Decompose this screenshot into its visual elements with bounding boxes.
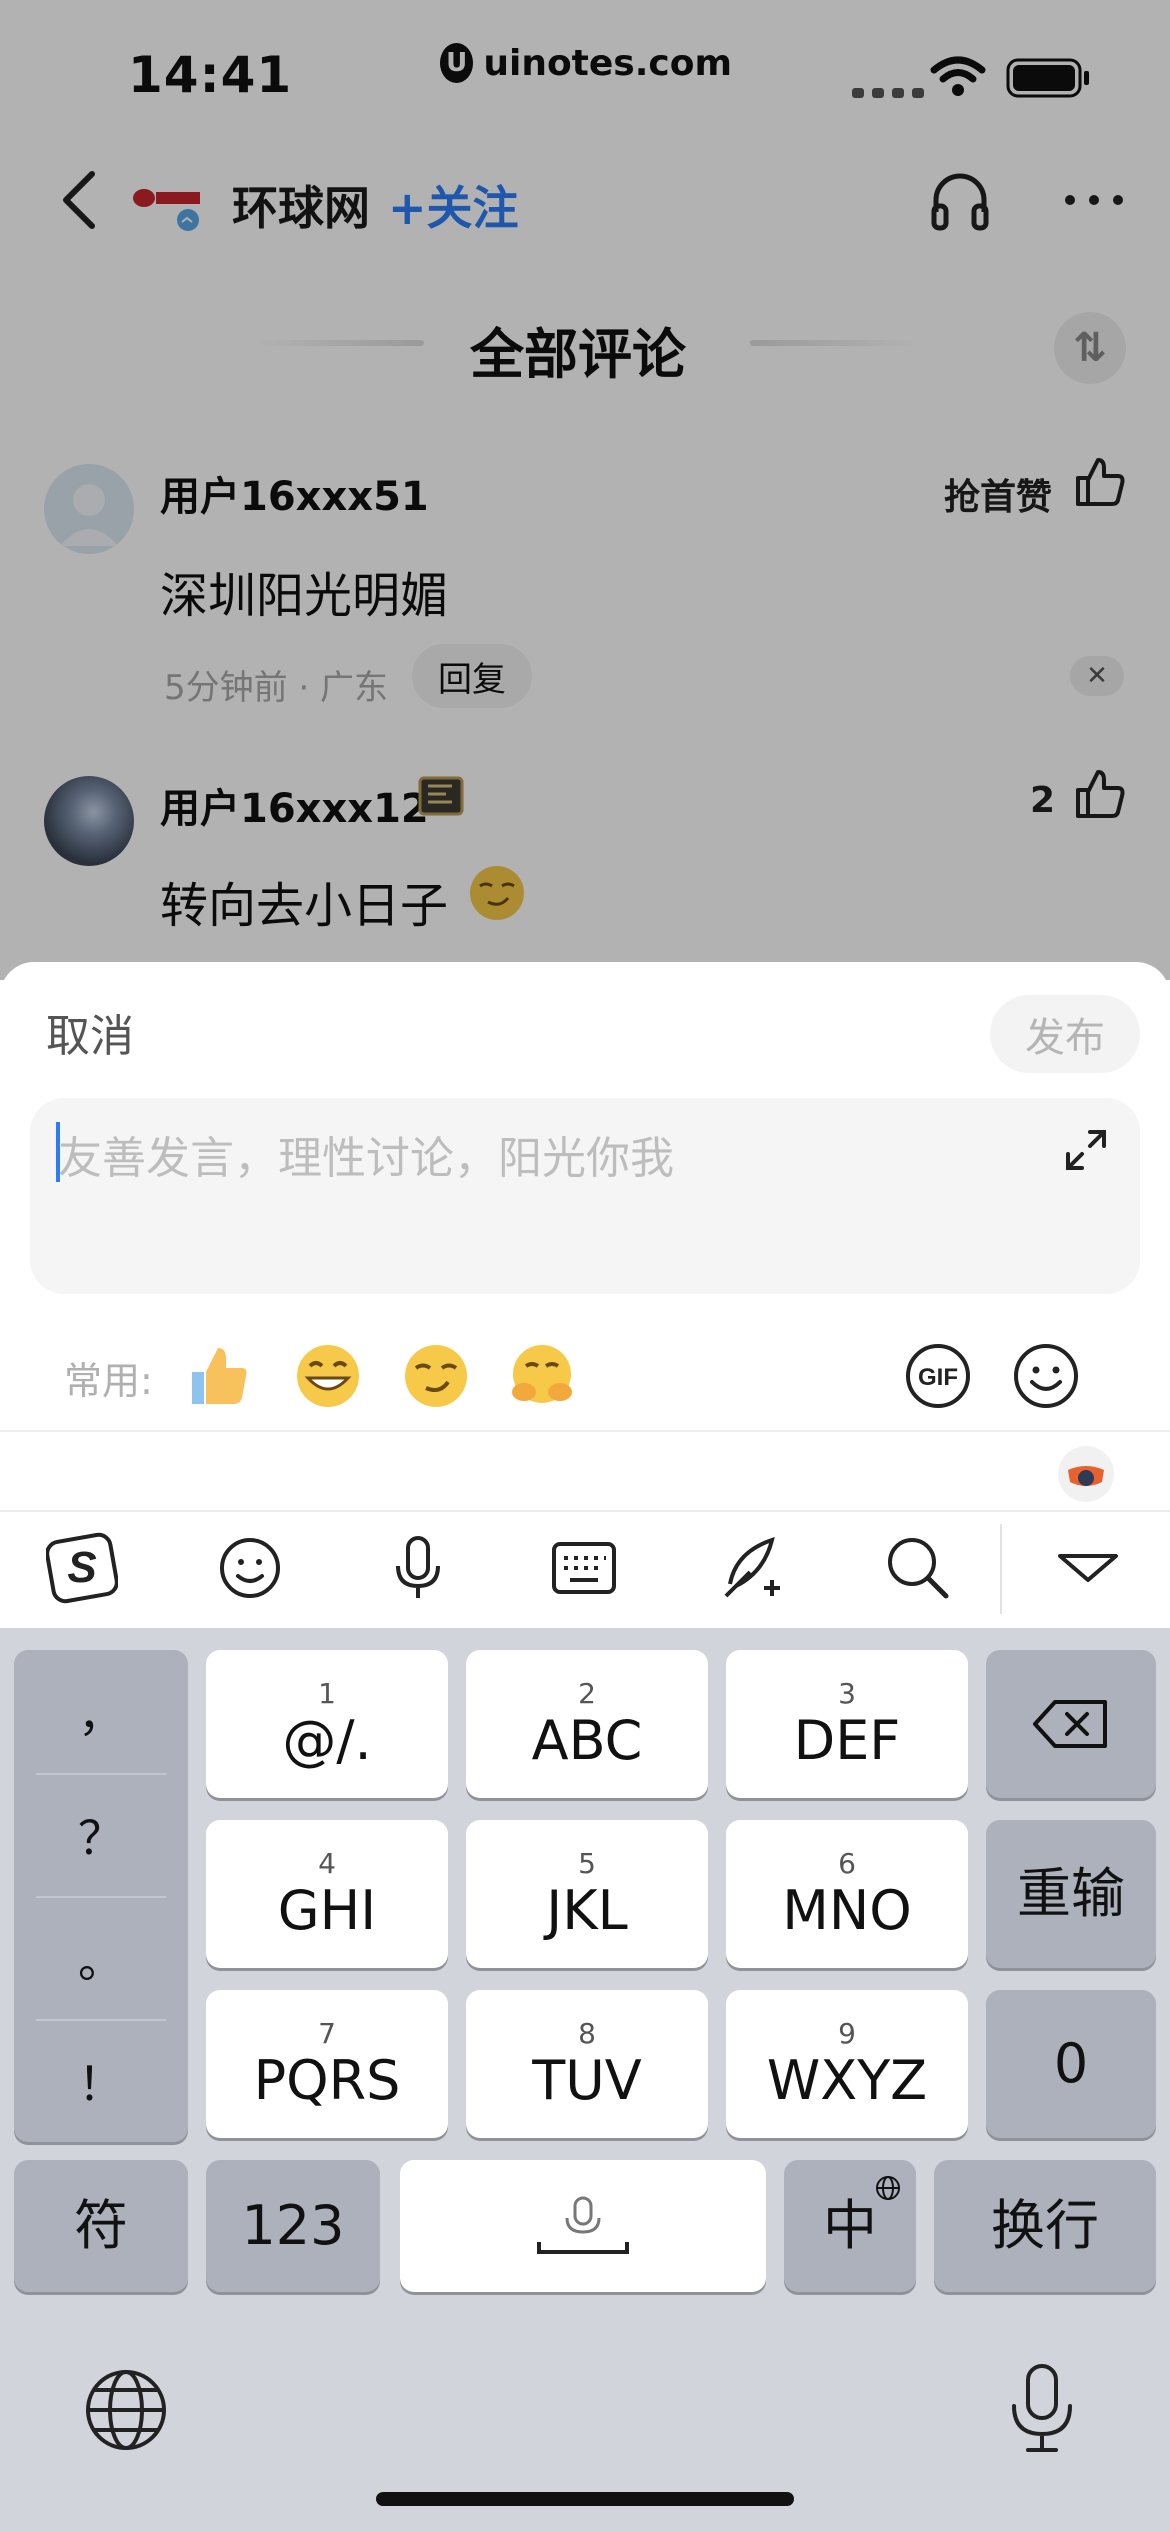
key-label: 符 <box>74 2194 128 2257</box>
publish-button[interactable]: 发布 <box>990 995 1140 1073</box>
key-digit: 2 <box>578 1677 596 1710</box>
key-label: GHI <box>277 1879 377 1942</box>
t9-key-6[interactable]: 6 MNO <box>726 1820 968 1968</box>
toolbar-divider <box>1000 1524 1002 1614</box>
key-label: MNO <box>782 1879 912 1942</box>
key-label: ABC <box>531 1709 643 1772</box>
handwriting-icon[interactable] <box>716 1532 788 1604</box>
small-globe-icon <box>876 2176 900 2200</box>
key-label: 0 <box>1053 2032 1089 2095</box>
sheet-divider <box>0 1430 1170 1432</box>
key-label: @/. <box>282 1709 372 1772</box>
svg-text:GIF: GIF <box>918 1364 958 1391</box>
keyboard-mascot-icon[interactable] <box>1054 1440 1118 1504</box>
expand-icon[interactable] <box>1064 1128 1108 1172</box>
home-indicator <box>376 2492 794 2506</box>
t9-key-1[interactable]: 1 @/. <box>206 1650 448 1798</box>
key-label: 重输 <box>1017 1862 1125 1925</box>
smirk-emoji-icon[interactable] <box>402 1342 470 1410</box>
number-mode-key[interactable]: 123 <box>206 2160 380 2292</box>
key-label: DEF <box>793 1709 901 1772</box>
t9-key-9[interactable]: 9 WXYZ <box>726 1990 968 2138</box>
comment-input[interactable] <box>58 1122 1038 1262</box>
punct-key-period[interactable]: 。 <box>14 1896 188 2019</box>
comment-input-box[interactable] <box>30 1098 1140 1294</box>
t9-key-2[interactable]: 2 ABC <box>466 1650 708 1798</box>
backspace-key[interactable] <box>986 1650 1156 1798</box>
punct-key-comma[interactable]: ， <box>14 1650 188 1773</box>
key-digit: 8 <box>578 2017 596 2050</box>
key-digit: 1 <box>318 1677 336 1710</box>
key-label: 123 <box>241 2194 345 2257</box>
key-label: 中 <box>823 2194 877 2257</box>
sogou-logo-icon[interactable]: S <box>46 1532 118 1604</box>
key-label: 换行 <box>991 2194 1099 2257</box>
dictation-mic-icon[interactable] <box>1002 2362 1082 2454</box>
hug-emoji-icon[interactable] <box>508 1342 576 1410</box>
search-icon[interactable] <box>882 1532 954 1604</box>
key-digit: 3 <box>838 1677 856 1710</box>
t9-key-3[interactable]: 3 DEF <box>726 1650 968 1798</box>
reinput-key[interactable]: 重输 <box>986 1820 1156 1968</box>
emoji-panel-icon[interactable] <box>1012 1342 1080 1410</box>
cancel-button[interactable]: 取消 <box>46 1000 134 1064</box>
key-digit: 7 <box>318 2017 336 2050</box>
symbol-key[interactable]: 符 <box>14 2160 188 2292</box>
punct-key-question[interactable]: ？ <box>14 1773 188 1896</box>
key-digit: 6 <box>838 1847 856 1880</box>
gif-icon[interactable]: GIF <box>904 1342 972 1410</box>
grin-emoji-icon[interactable] <box>294 1342 362 1410</box>
thumbs-up-emoji-icon[interactable] <box>184 1342 252 1410</box>
globe-icon[interactable] <box>84 2368 168 2452</box>
key-digit: 9 <box>838 2017 856 2050</box>
zero-key[interactable]: 0 <box>986 1990 1156 2138</box>
key-label: WXYZ <box>766 2049 928 2112</box>
enter-key[interactable]: 换行 <box>934 2160 1156 2292</box>
svg-text:S: S <box>67 1543 96 1592</box>
t9-key-5[interactable]: 5 JKL <box>466 1820 708 1968</box>
key-digit: 5 <box>578 1847 596 1880</box>
key-label: PQRS <box>253 2049 401 2112</box>
punctuation-column[interactable]: ， ？ 。 ！ <box>14 1650 188 2142</box>
hide-keyboard-icon[interactable] <box>1052 1532 1124 1604</box>
t9-key-7[interactable]: 7 PQRS <box>206 1990 448 2138</box>
backspace-icon <box>1033 1700 1107 1748</box>
space-mic-icon <box>537 2196 629 2254</box>
dim-overlay[interactable] <box>0 0 1170 980</box>
key-digit: 4 <box>318 1847 336 1880</box>
key-label: TUV <box>532 2049 642 2112</box>
language-switch-key[interactable]: 中 <box>784 2160 916 2292</box>
space-key[interactable] <box>400 2160 766 2292</box>
keyboard-layout-icon[interactable] <box>548 1532 620 1604</box>
common-emoji-label: 常用: <box>64 1359 153 1403</box>
t9-key-4[interactable]: 4 GHI <box>206 1820 448 1968</box>
t9-key-8[interactable]: 8 TUV <box>466 1990 708 2138</box>
text-caret <box>56 1122 60 1182</box>
key-label: JKL <box>546 1879 628 1942</box>
punct-key-exclaim[interactable]: ！ <box>14 2019 188 2142</box>
emoji-keyboard-icon[interactable] <box>214 1532 286 1604</box>
voice-input-icon[interactable] <box>382 1532 454 1604</box>
